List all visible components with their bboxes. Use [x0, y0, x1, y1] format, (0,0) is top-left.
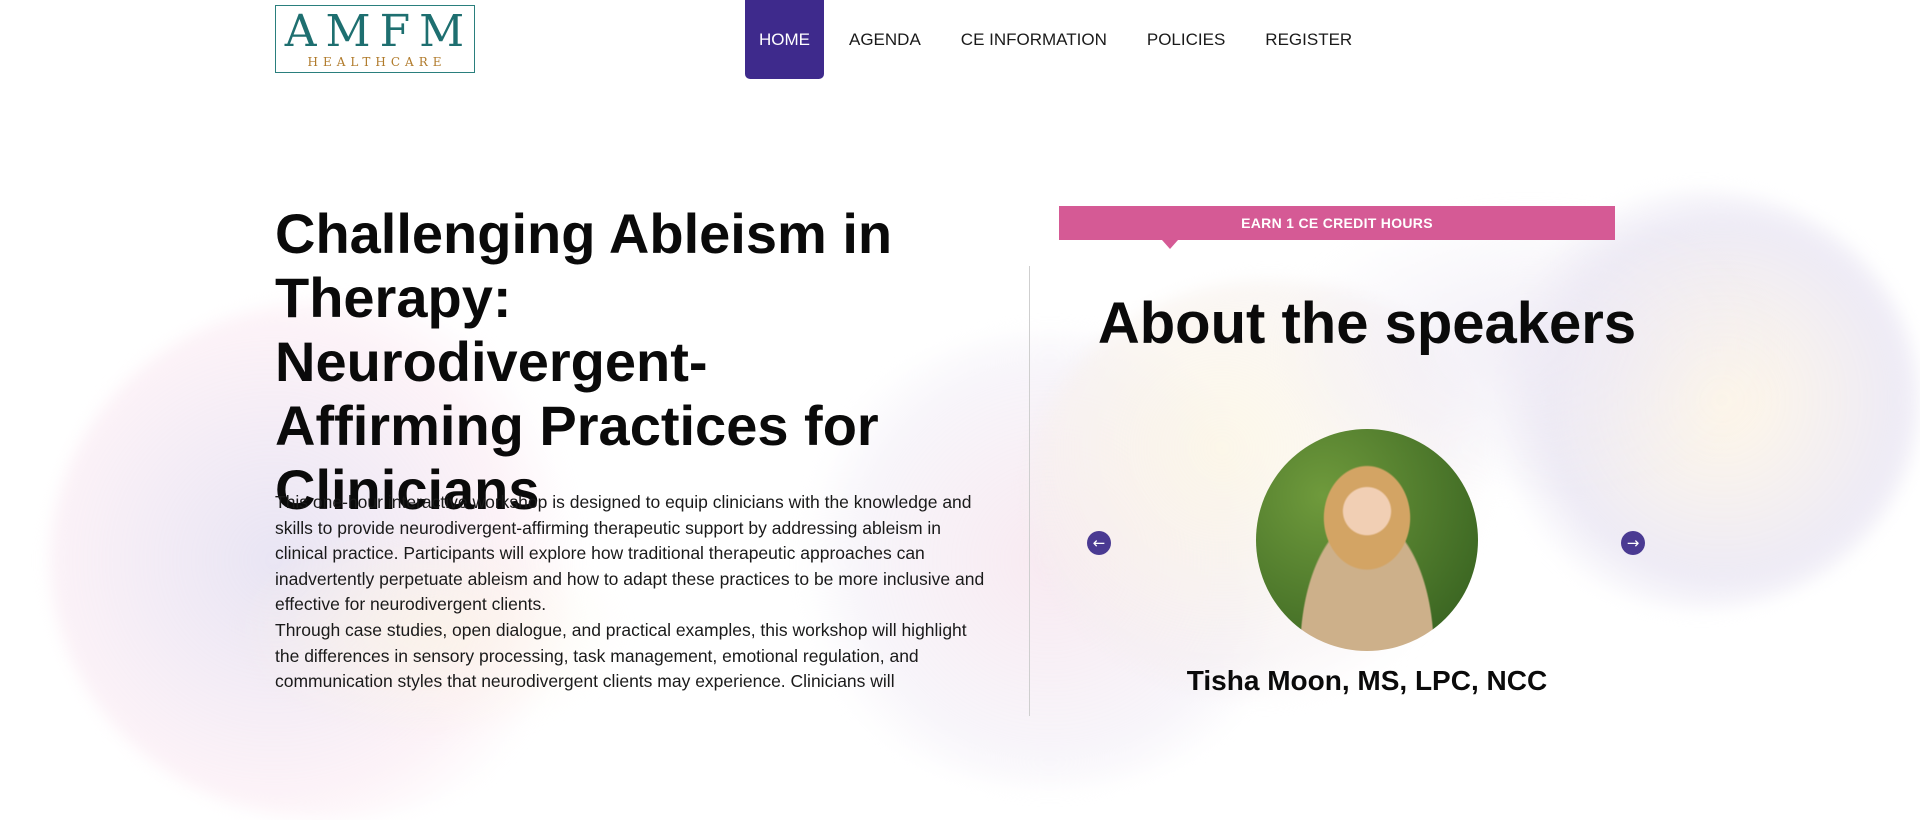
- nav-home[interactable]: HOME: [745, 0, 824, 79]
- description-paragraph: Through case studies, open dialogue, and…: [275, 619, 967, 692]
- arrow-right-icon[interactable]: →: [1621, 531, 1645, 555]
- site-logo[interactable]: AMFM HEALTHCARE: [275, 5, 475, 73]
- nav-agenda[interactable]: AGENDA: [834, 0, 936, 79]
- description-paragraph: This one-hour interactive workshop is de…: [275, 492, 985, 615]
- badge-pointer: [1162, 240, 1178, 249]
- logo-main-text: AMFM: [284, 6, 474, 57]
- nav-register[interactable]: REGISTER: [1250, 0, 1367, 79]
- column-divider: [1029, 266, 1030, 716]
- arrow-left-icon[interactable]: ←: [1087, 531, 1111, 555]
- ce-credit-badge: EARN 1 CE CREDIT HOURS: [1059, 206, 1615, 240]
- page-title: Challenging Ableism in Therapy: Neurodiv…: [275, 202, 893, 521]
- workshop-description: This one-hour interactive workshop is de…: [275, 490, 985, 695]
- logo-sub-text: HEALTHCARE: [307, 55, 447, 69]
- speaker-name: Tisha Moon, MS, LPC, NCC: [1186, 665, 1548, 696]
- nav-ce-information[interactable]: CE INFORMATION: [946, 0, 1122, 79]
- main-nav: HOME AGENDA CE INFORMATION POLICIES REGI…: [745, 0, 1377, 79]
- speaker-photo: [1256, 429, 1478, 651]
- nav-policies[interactable]: POLICIES: [1132, 0, 1240, 79]
- speakers-heading: About the speakers: [1097, 291, 1637, 356]
